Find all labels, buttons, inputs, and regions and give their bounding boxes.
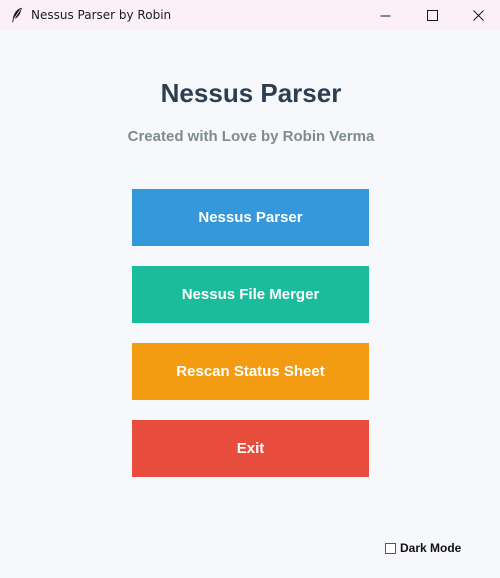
app-window: Nessus Parser by Robin Nessus Parser Cre…	[0, 0, 500, 578]
main-content: Nessus Parser Created with Love by Robin…	[0, 30, 500, 578]
nessus-parser-button[interactable]: Nessus Parser	[132, 189, 369, 246]
close-button[interactable]	[455, 0, 500, 30]
minimize-button[interactable]	[362, 0, 408, 30]
exit-button[interactable]: Exit	[132, 420, 369, 477]
page-title: Nessus Parser	[160, 78, 342, 108]
dark-mode-toggle[interactable]: Dark Mode	[385, 541, 461, 555]
page-subtitle: Created with Love by Robin Verma	[127, 128, 375, 145]
window-title: Nessus Parser by Robin	[31, 8, 172, 22]
rescan-status-sheet-button[interactable]: Rescan Status Sheet	[132, 343, 369, 400]
maximize-icon	[426, 9, 438, 21]
maximize-button[interactable]	[409, 0, 455, 30]
feather-icon	[11, 7, 23, 23]
title-bar[interactable]: Nessus Parser by Robin	[0, 0, 500, 30]
nessus-file-merger-button[interactable]: Nessus File Merger	[132, 266, 369, 323]
dark-mode-label: Dark Mode	[400, 541, 462, 555]
close-icon	[472, 9, 484, 21]
minimize-icon	[380, 15, 390, 16]
dark-mode-checkbox[interactable]	[385, 542, 396, 554]
